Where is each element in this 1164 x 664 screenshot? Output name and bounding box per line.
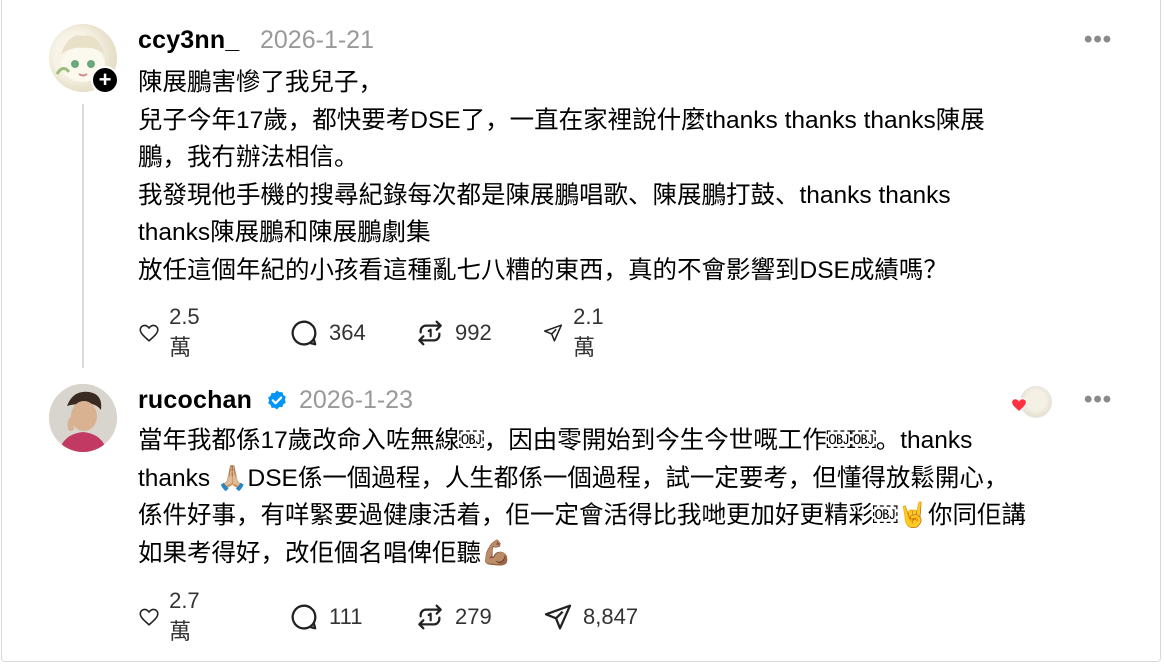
like-button[interactable]: 2.7 萬 — [138, 588, 210, 644]
like-count: 2.5 萬 — [169, 304, 200, 360]
follow-plus-icon[interactable]: + — [91, 66, 119, 94]
user-avatar[interactable] — [49, 384, 117, 452]
heart-icon — [139, 608, 159, 626]
comment-count: 111 — [329, 604, 363, 629]
heart-filled-icon — [1010, 398, 1028, 413]
thread-connector-line — [82, 104, 84, 368]
more-options-icon[interactable]: ••• — [1084, 26, 1112, 54]
username[interactable]: rucochan — [138, 386, 252, 415]
post-1: + ccy3nn_ 2026-1-21 ••• 陳展鵬害慘了我兒子， 兒子今年1… — [2, 0, 1162, 372]
thread-container: + ccy3nn_ 2026-1-21 ••• 陳展鵬害慘了我兒子， 兒子今年1… — [1, 0, 1161, 662]
repost-button[interactable]: 279 — [414, 600, 492, 634]
post-date[interactable]: 2026-1-23 — [299, 386, 413, 415]
like-count: 2.7 萬 — [169, 588, 200, 644]
send-icon — [543, 324, 563, 342]
comment-button[interactable]: 111 — [288, 600, 362, 634]
man-profile-avatar — [49, 384, 117, 452]
send-icon — [544, 604, 572, 630]
share-count: 2.1 萬 — [573, 304, 604, 360]
comment-icon — [291, 320, 317, 346]
post-text: 當年我都係17歲改命入咗無線￼，因由零開始到今生今世嘅工作￼￼。thanks t… — [138, 427, 1027, 567]
username[interactable]: ccy3nn_ — [138, 26, 239, 55]
comment-count: 364 — [329, 320, 366, 345]
verified-badge-icon — [268, 390, 286, 410]
share-button[interactable]: 8,847 — [542, 600, 638, 634]
post-2: rucochan 2026-1-23 ••• 當年我都係17歲改命入咗無線￼，因… — [2, 372, 1162, 662]
more-options-icon[interactable]: ••• — [1084, 386, 1112, 414]
share-count: 8,847 — [583, 604, 639, 629]
repost-button[interactable]: 992 — [414, 316, 492, 350]
heart-icon — [139, 324, 159, 342]
repost-icon — [418, 604, 442, 630]
repost-count: 992 — [455, 320, 492, 345]
share-button[interactable]: 2.1 萬 — [542, 304, 614, 360]
like-button[interactable]: 2.5 萬 — [138, 304, 210, 360]
repost-count: 279 — [455, 604, 492, 629]
comment-button[interactable]: 364 — [288, 316, 366, 350]
repost-icon — [418, 320, 442, 346]
comment-icon — [291, 604, 317, 630]
post-text: 陳展鵬害慘了我兒子， 兒子今年17歲，都快要考DSE了，一直在家裡說什麼than… — [138, 69, 985, 284]
post-date[interactable]: 2026-1-21 — [260, 26, 374, 55]
